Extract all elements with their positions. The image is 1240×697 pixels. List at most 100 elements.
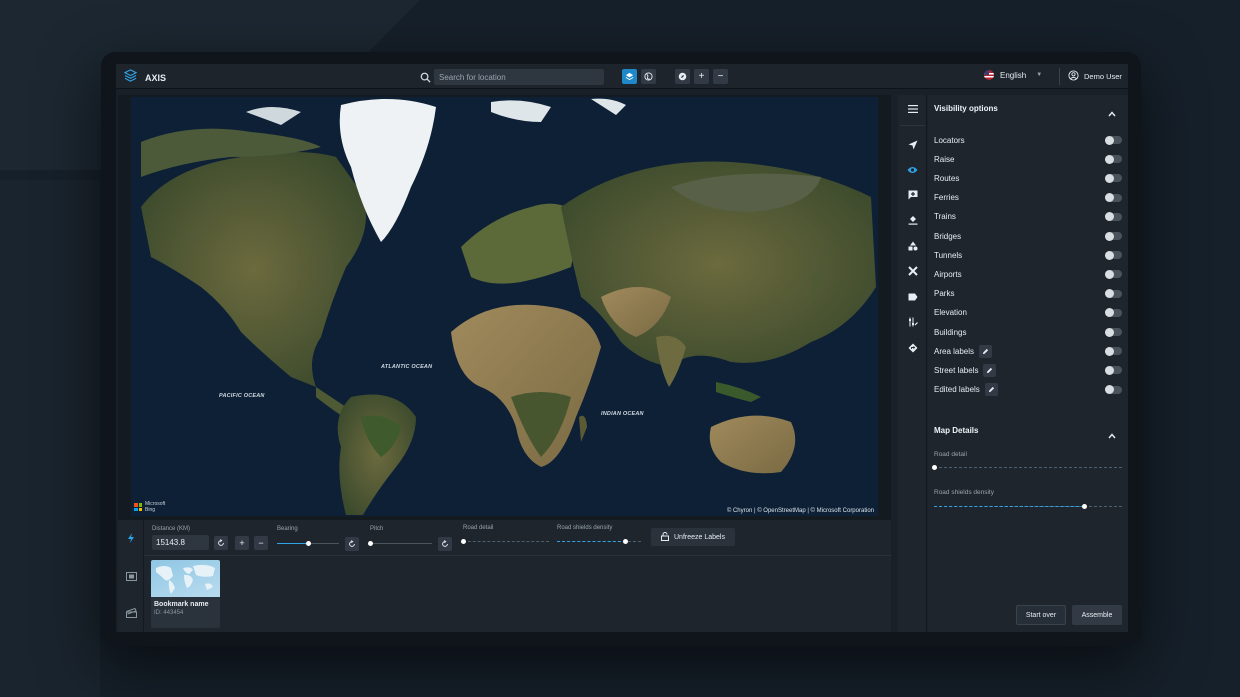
- distance-input[interactable]: 15143.8: [152, 535, 209, 550]
- map-details-title: Map Details: [934, 426, 979, 435]
- visibility-toggle[interactable]: [1105, 308, 1122, 318]
- menu-icon[interactable]: [906, 102, 919, 115]
- start-over-button[interactable]: Start over: [1016, 605, 1066, 625]
- bottom-side-icons: [118, 520, 144, 632]
- tools-icon[interactable]: [906, 264, 919, 277]
- globe-button[interactable]: [641, 69, 656, 84]
- visibility-option-row: Bridges: [934, 229, 1122, 243]
- brand[interactable]: AXIS: [123, 69, 167, 87]
- collapse-visibility-chevron-icon[interactable]: [1108, 104, 1116, 117]
- visibility-toggle[interactable]: [1105, 289, 1122, 299]
- visibility-option-label: Bridges: [934, 231, 962, 241]
- visibility-toggle[interactable]: [1105, 193, 1122, 203]
- lightning-icon[interactable]: [125, 532, 137, 544]
- language-selector[interactable]: English ▼: [984, 70, 1042, 80]
- sliders-edit-icon[interactable]: [906, 315, 919, 328]
- panel-road-shields-label: Road shields density: [934, 489, 994, 496]
- app-name: AXIS: [145, 73, 167, 83]
- visibility-toggle[interactable]: [1105, 269, 1122, 279]
- road-shields-slider-knob[interactable]: [623, 539, 629, 544]
- paint-bucket-icon[interactable]: [906, 213, 919, 226]
- panel-road-shields-slider-knob[interactable]: [1081, 504, 1087, 509]
- visibility-toggle[interactable]: [1105, 212, 1122, 222]
- unfreeze-labels-label: Unfreeze Labels: [674, 533, 725, 541]
- visibility-option-row: Area labels: [934, 344, 1122, 358]
- unlock-icon: [661, 531, 669, 543]
- road-detail-slider[interactable]: [463, 541, 549, 542]
- reset-pitch-button[interactable]: [438, 537, 452, 551]
- unfreeze-labels-button[interactable]: Unfreeze Labels: [651, 528, 735, 546]
- visibility-options-title: Visibility options: [934, 104, 998, 113]
- pitch-slider-knob[interactable]: [367, 541, 373, 546]
- layers-button[interactable]: [622, 69, 637, 84]
- visibility-toggle[interactable]: [1105, 135, 1122, 145]
- pitch-label: Pitch: [370, 526, 384, 532]
- visibility-option-label: Area labels: [934, 346, 975, 356]
- visibility-option-row: Trains: [934, 210, 1122, 224]
- visibility-toggle[interactable]: [1105, 231, 1122, 241]
- background-shape: [0, 180, 100, 697]
- edit-pencil-icon[interactable]: [983, 363, 997, 377]
- map-attribution: © Chyron | © OpenStreetMap | © Microsoft…: [726, 508, 874, 514]
- user-menu[interactable]: Demo User: [1068, 70, 1122, 83]
- layers-logo-icon: [123, 69, 138, 87]
- bookmark-card[interactable]: Bookmark name ID: 443454: [151, 560, 220, 628]
- assemble-button[interactable]: Assemble: [1072, 605, 1122, 625]
- film-icon[interactable]: [125, 570, 137, 582]
- directions-icon[interactable]: [906, 341, 919, 354]
- distance-increase-button[interactable]: +: [235, 536, 249, 550]
- visibility-option-label: Ferries: [934, 193, 959, 203]
- visibility-option-label: Edited labels: [934, 385, 980, 395]
- world-map[interactable]: ATLANTIC OCEAN PACIFIC OCEAN INDIAN OCEA…: [131, 97, 878, 516]
- user-name: Demo User: [1084, 72, 1122, 81]
- visibility-toggle[interactable]: [1105, 385, 1122, 395]
- shapes-icon[interactable]: [906, 239, 919, 252]
- distance-decrease-button[interactable]: −: [254, 536, 268, 550]
- visibility-option-row: Locators: [934, 133, 1122, 147]
- eye-icon[interactable]: [906, 163, 919, 176]
- collapse-map-details-chevron-icon[interactable]: [1108, 426, 1116, 439]
- zoom-in-button[interactable]: +: [694, 69, 709, 84]
- panel-road-detail-slider-knob[interactable]: [931, 465, 937, 470]
- panel-road-detail-slider[interactable]: [934, 467, 1122, 468]
- panel-road-shields-slider-fill: [934, 506, 1085, 507]
- edit-pencil-icon[interactable]: [979, 344, 993, 358]
- road-detail-slider-knob[interactable]: [460, 539, 466, 544]
- visibility-option-label: Tunnels: [934, 250, 963, 260]
- bookmark-name: Bookmark name: [154, 601, 209, 608]
- tool-rail: [898, 95, 927, 632]
- clapper-icon[interactable]: [125, 607, 137, 619]
- pitch-slider-track[interactable]: [370, 543, 432, 544]
- visibility-toggle[interactable]: [1105, 173, 1122, 183]
- visibility-option-row: Airports: [934, 267, 1122, 281]
- top-bar: AXIS + − English ▼ Demo User: [116, 64, 1128, 89]
- bearing-slider-knob[interactable]: [305, 541, 311, 546]
- visibility-option-row: Parks: [934, 287, 1122, 301]
- label-tag-icon[interactable]: [906, 290, 919, 303]
- visibility-toggle[interactable]: [1105, 154, 1122, 164]
- visibility-option-row: Elevation: [934, 306, 1122, 320]
- visibility-option-row: Edited labels: [934, 383, 1122, 397]
- reset-bearing-button[interactable]: [345, 537, 359, 551]
- visibility-toggle[interactable]: [1105, 250, 1122, 260]
- bookmark-id: ID: 443454: [154, 610, 184, 616]
- bottom-panel: Distance (KM) 15143.8 + − Bearing Pitch …: [118, 520, 891, 632]
- visibility-option-row: Ferries: [934, 191, 1122, 205]
- search-input[interactable]: [434, 69, 604, 85]
- language-label: English: [1000, 70, 1027, 80]
- reset-distance-button[interactable]: [214, 536, 228, 550]
- visibility-toggle[interactable]: [1105, 327, 1122, 337]
- visibility-option-label: Locators: [934, 135, 965, 145]
- edit-pencil-icon[interactable]: [984, 383, 998, 397]
- add-comment-icon[interactable]: [906, 188, 919, 201]
- visibility-toggle[interactable]: [1105, 365, 1122, 375]
- ocean-label: PACIFIC OCEAN: [219, 393, 265, 399]
- road-shields-label: Road shields density: [557, 525, 613, 531]
- compass-button[interactable]: [675, 69, 690, 84]
- zoom-out-button[interactable]: −: [713, 69, 728, 84]
- map-container: ATLANTIC OCEAN PACIFIC OCEAN INDIAN OCEA…: [118, 95, 891, 520]
- visibility-option-label: Raise: [934, 154, 955, 164]
- visibility-option-label: Street labels: [934, 365, 979, 375]
- navigation-arrow-icon[interactable]: [906, 138, 919, 151]
- visibility-toggle[interactable]: [1105, 346, 1122, 356]
